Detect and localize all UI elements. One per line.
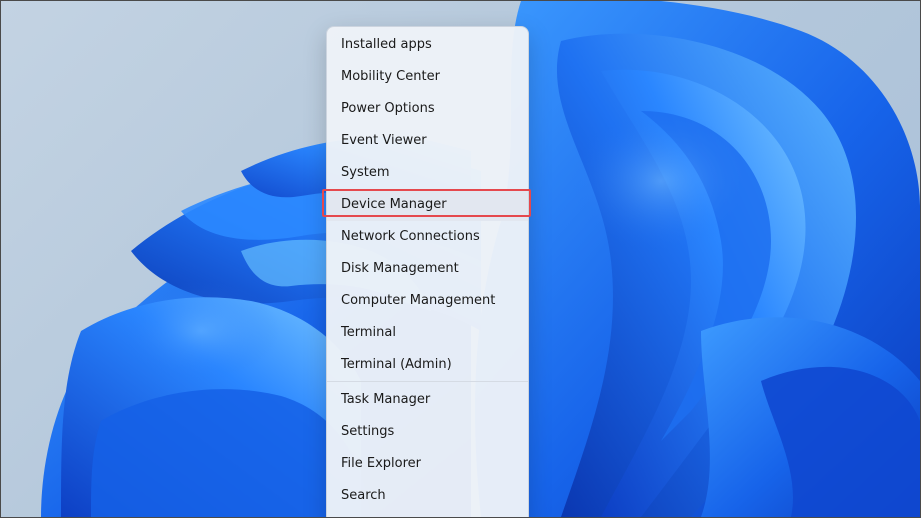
menu-item-system[interactable]: System (327, 157, 528, 189)
menu-item-search[interactable]: Search (327, 480, 528, 512)
menu-item-device-manager[interactable]: Device Manager (327, 189, 528, 221)
menu-separator (327, 381, 528, 382)
menu-item-network-connections[interactable]: Network Connections (327, 221, 528, 253)
menu-item-disk-management[interactable]: Disk Management (327, 253, 528, 285)
menu-item-mobility-center[interactable]: Mobility Center (327, 61, 528, 93)
menu-item-task-manager[interactable]: Task Manager (327, 384, 528, 416)
desktop-screen: Installed apps Mobility Center Power Opt… (0, 0, 921, 518)
winx-context-menu: Installed apps Mobility Center Power Opt… (326, 26, 529, 517)
menu-item-computer-management[interactable]: Computer Management (327, 285, 528, 317)
menu-item-settings[interactable]: Settings (327, 416, 528, 448)
menu-item-terminal[interactable]: Terminal (327, 317, 528, 349)
menu-item-terminal-admin[interactable]: Terminal (Admin) (327, 349, 528, 381)
menu-item-installed-apps[interactable]: Installed apps (327, 29, 528, 61)
menu-item-file-explorer[interactable]: File Explorer (327, 448, 528, 480)
menu-item-event-viewer[interactable]: Event Viewer (327, 125, 528, 157)
menu-item-power-options[interactable]: Power Options (327, 93, 528, 125)
